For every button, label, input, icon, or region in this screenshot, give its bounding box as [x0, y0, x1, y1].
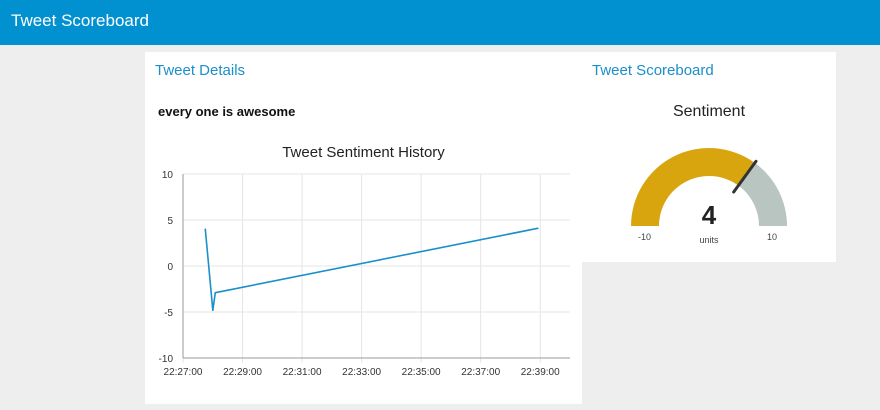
gauge-min-label: -10 [638, 232, 652, 242]
data-point [211, 309, 214, 311]
sentiment-history-chart: 10 5 0 -5 -10 22:27:00 22:29:00 22:31:00 22:33:0… [159, 170, 570, 378]
x-tick-label: 22:27:00 [164, 367, 203, 378]
gauge-value: 4 [701, 200, 717, 230]
y-tick-label: -5 [164, 308, 173, 319]
tweet-details-card: Tweet Details every one is awesome Tweet… [145, 52, 582, 404]
gauge-units: units [699, 235, 719, 245]
x-tick-label: 22:31:00 [283, 367, 322, 378]
app-header: Tweet Scoreboard [0, 0, 880, 45]
y-tick-label: 0 [167, 262, 173, 273]
data-point [536, 227, 539, 230]
gauge-max-label: 10 [767, 232, 778, 242]
x-tick-label: 22:37:00 [461, 367, 500, 378]
x-tick-label: 22:33:00 [342, 367, 381, 378]
series-line [204, 227, 538, 312]
app-title: Tweet Scoreboard [11, 11, 149, 30]
x-tick-label: 22:35:00 [402, 367, 441, 378]
y-tick-label: -10 [159, 354, 174, 365]
y-tick-label: 5 [167, 216, 173, 227]
data-point [204, 228, 207, 230]
x-tick-label: 22:39:00 [521, 367, 560, 378]
data-point [214, 291, 217, 294]
tweet-scoreboard-card: Tweet Scoreboard Sentiment 4 units -10 1… [582, 52, 836, 262]
x-tick-label: 22:29:00 [223, 367, 262, 378]
y-tick-label: 10 [162, 170, 174, 181]
